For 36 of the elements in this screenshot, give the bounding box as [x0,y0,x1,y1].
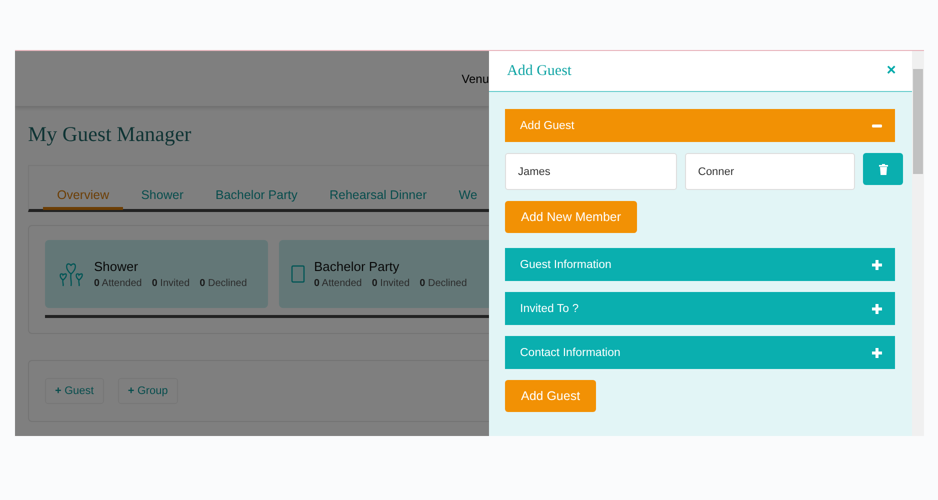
tab[interactable]: Rehearsal Dinner [315,188,441,210]
tab[interactable]: Shower [127,188,198,210]
square-icon [291,265,305,283]
accordion-header[interactable]: Invited To ? [505,292,895,325]
panel-title: Add Guest [507,62,572,80]
nav-link[interactable]: Venu [462,72,489,86]
tab[interactable]: Overview [43,188,124,210]
plus-icon [872,348,882,358]
plus-icon [872,304,882,314]
stat-text: 0 Declined [200,278,247,289]
last-name-field[interactable]: Conner [685,153,855,190]
accordion-header[interactable]: Add Guest [505,109,895,142]
tab[interactable]: Bachelor Party [201,188,312,210]
plus-icon [872,260,882,270]
page-title: My Guest Manager [28,122,192,147]
delete-button[interactable] [863,153,903,185]
scrollbar[interactable] [912,51,924,436]
event-title: Bachelor Party [314,259,400,274]
event-card[interactable]: Shower 0 Attended 0 Invited 0 Declined [45,240,268,308]
stat-text: 0 Invited [152,278,190,289]
stat-text: 0 Declined [420,278,467,289]
event-card[interactable]: Bachelor Party 0 Attended 0 Invited 0 Declined [279,240,489,308]
accordion-header[interactable]: Contact Information [505,336,895,369]
event-title: Shower [94,259,140,274]
stat-text: 0 Attended [314,278,362,289]
add-button[interactable]: + Guest [45,378,104,404]
first-name-field[interactable]: James [505,153,677,190]
add-button[interactable]: + Group [118,378,178,404]
tab[interactable]: We [444,188,489,210]
submit-button[interactable]: Add Guest [505,380,596,412]
stat-text: 0 Invited [372,278,410,289]
accordion-header[interactable]: Guest Information [505,248,895,281]
add-member-button[interactable]: Add New Member [505,201,638,233]
stat-text: 0 Attended [94,278,142,289]
close-button[interactable]: × [884,63,898,79]
trash-icon [878,164,888,174]
